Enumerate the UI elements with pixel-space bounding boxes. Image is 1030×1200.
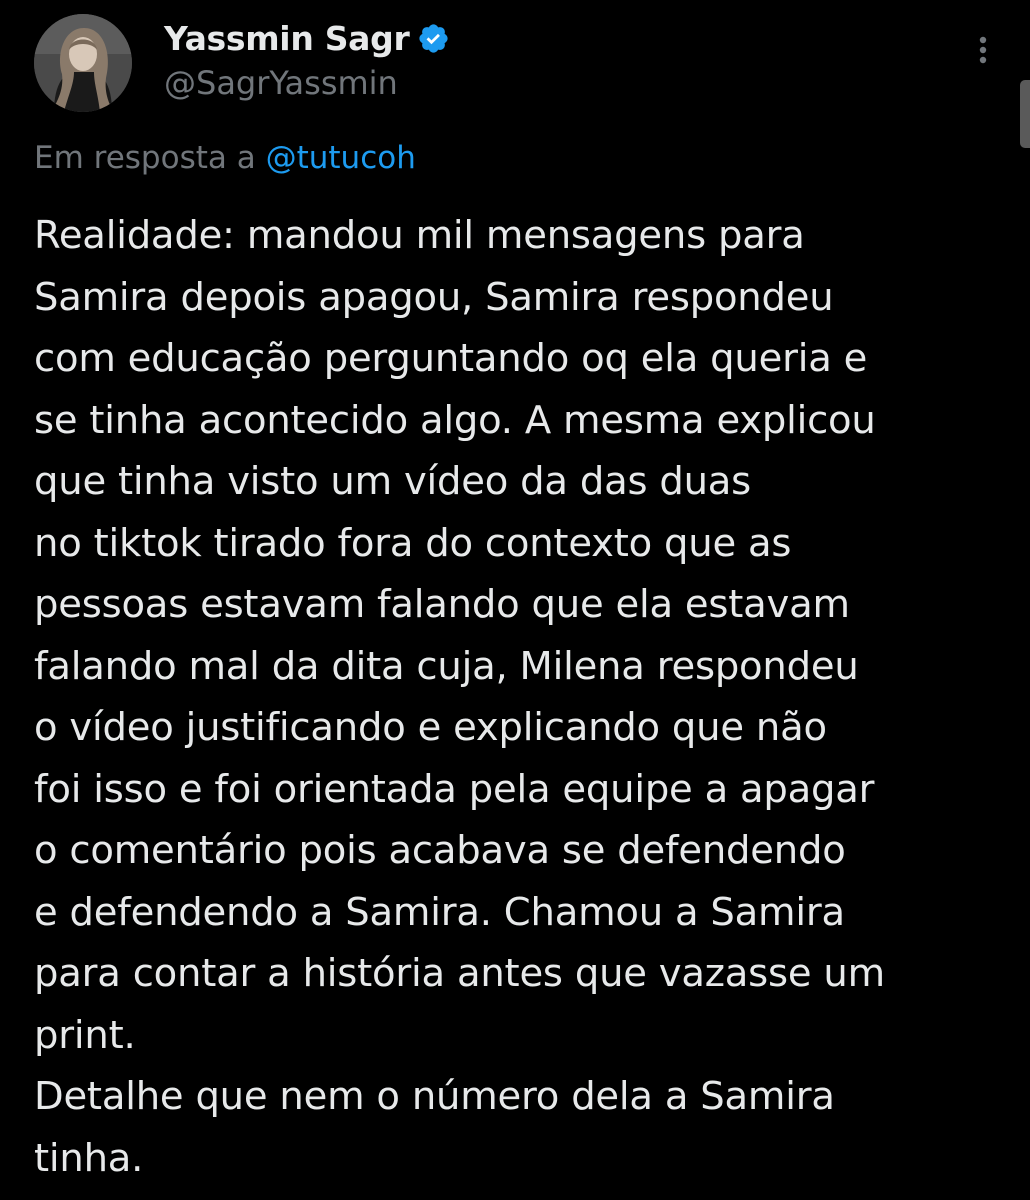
author-name-row[interactable]: Yassmin Sagr [164,16,450,60]
more-options-icon[interactable] [968,30,998,70]
reply-prefix: Em resposta a [34,140,256,176]
verified-badge-icon [417,22,450,55]
reply-mention-link[interactable]: @tutucoh [266,140,416,176]
display-name[interactable]: Yassmin Sagr [164,19,410,58]
reply-context: Em resposta a @tutucoh [34,140,416,176]
tweet-text: Realidade: mandou mil mensagens para Sam… [34,213,885,1181]
scrollbar-thumb[interactable] [1020,80,1030,148]
avatar[interactable] [34,14,132,112]
author-handle[interactable]: @SagrYassmin [164,64,398,102]
